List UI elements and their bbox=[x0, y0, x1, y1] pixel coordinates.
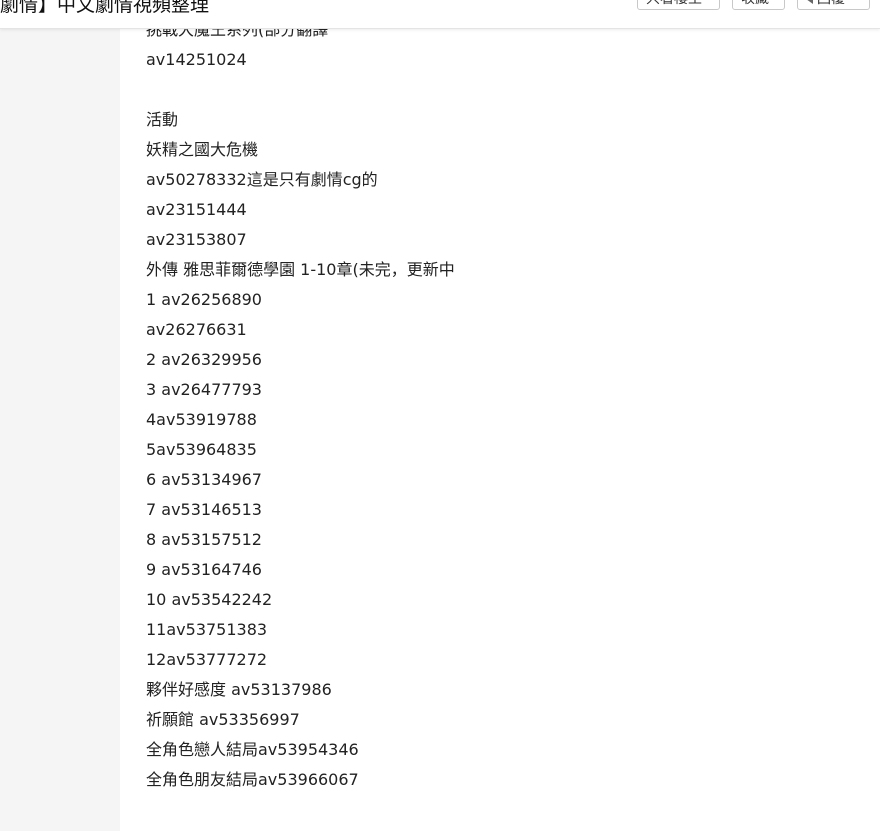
reply-button[interactable]: 回覆 bbox=[797, 0, 870, 10]
post-line bbox=[146, 75, 455, 105]
post-line: av14251024 bbox=[146, 50, 247, 69]
post-line: 祈願館 av53356997 bbox=[146, 710, 300, 729]
post-line: 外傳 雅思菲爾德學園 1-10章(未完，更新中 bbox=[146, 260, 455, 279]
post-line: 7 av53146513 bbox=[146, 500, 262, 519]
favorite-label: 收藏 bbox=[741, 0, 769, 9]
post-line: 全角色朋友結局av53966067 bbox=[146, 770, 359, 789]
thread-title: 劇情】中文劇情視頻整理 bbox=[0, 0, 210, 16]
back-arrow-icon bbox=[806, 0, 813, 4]
post-line: av50278332這是只有劇情cg的 bbox=[146, 170, 378, 189]
post-line: 11av53751383 bbox=[146, 620, 268, 639]
view-op-only-button[interactable]: 只看樓主 bbox=[637, 0, 720, 10]
post-line: 10 av53542242 bbox=[146, 590, 273, 609]
post-line: av26276631 bbox=[146, 320, 247, 339]
post-line: 活動 bbox=[146, 110, 179, 129]
post-line: 全角色戀人結局av53954346 bbox=[146, 740, 359, 759]
post-line: av23151444 bbox=[146, 200, 247, 219]
post-body: 挑戰大魔王系列(部分翻譯 av14251024 活動 妖精之國大危機 av502… bbox=[146, 15, 455, 795]
post-line: 妖精之國大危機 bbox=[146, 140, 259, 159]
post-line: 9 av53164746 bbox=[146, 560, 262, 579]
top-toolbar: 劇情】中文劇情視頻整理 只看樓主 收藏 回覆 bbox=[0, 0, 880, 29]
post-line: 2 av26329956 bbox=[146, 350, 262, 369]
post-line: 6 av53134967 bbox=[146, 470, 262, 489]
post-line: 8 av53157512 bbox=[146, 530, 262, 549]
favorite-button[interactable]: 收藏 bbox=[732, 0, 785, 10]
post-line: 12av53777272 bbox=[146, 650, 268, 669]
post-content: 挑戰大魔王系列(部分翻譯 av14251024 活動 妖精之國大危機 av502… bbox=[120, 20, 880, 831]
view-op-only-label: 只看樓主 bbox=[646, 0, 702, 9]
post-line: 夥伴好感度 av53137986 bbox=[146, 680, 332, 699]
post-line: 5av53964835 bbox=[146, 440, 257, 459]
post-line: 3 av26477793 bbox=[146, 380, 262, 399]
post-line: av23153807 bbox=[146, 230, 247, 249]
post-line: 1 av26256890 bbox=[146, 290, 262, 309]
reply-label: 回覆 bbox=[817, 0, 845, 9]
post-line: 4av53919788 bbox=[146, 410, 257, 429]
